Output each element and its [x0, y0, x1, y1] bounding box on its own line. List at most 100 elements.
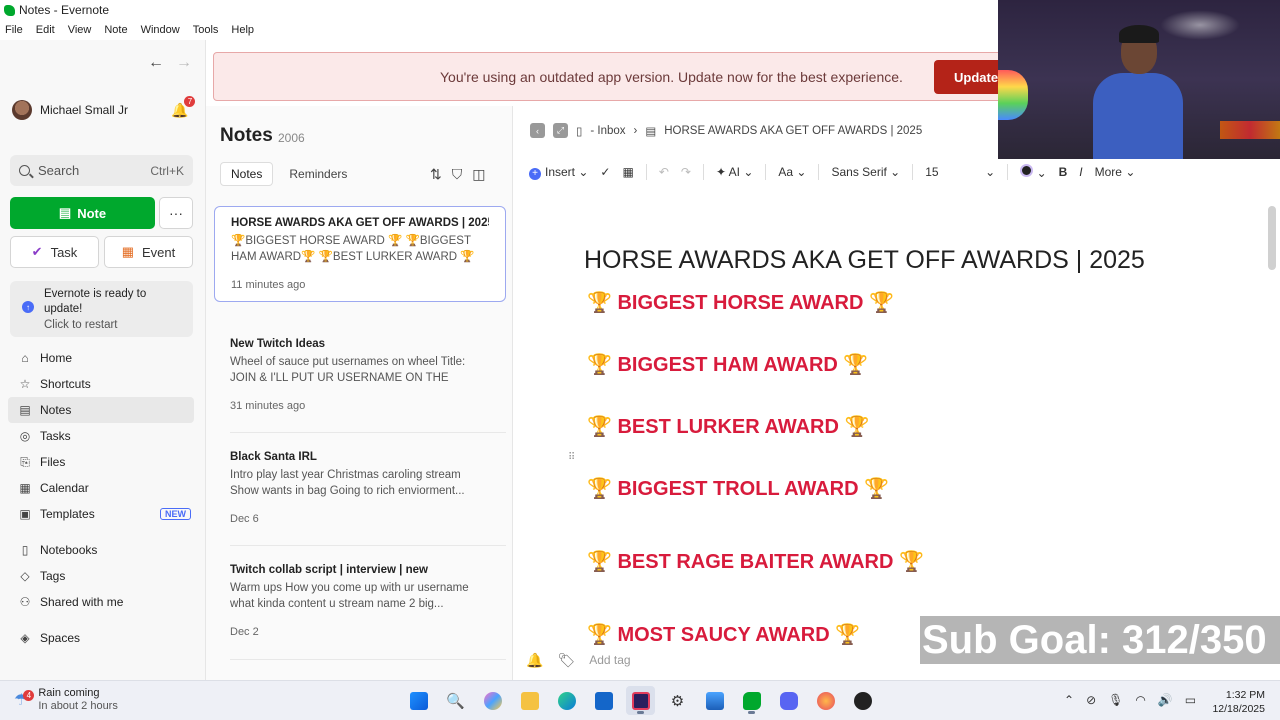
list-item[interactable]: HORSE AWARDS AKA GET OFF AWARDS | 2025 🏆…	[214, 206, 506, 302]
menu-note[interactable]: Note	[104, 24, 127, 36]
rain-umbrella-icon: ☂ 4	[14, 689, 35, 708]
sidebar-item-calendar[interactable]: ▦ Calendar	[8, 475, 194, 501]
undo-icon[interactable]: ↶	[659, 165, 669, 179]
list-item[interactable]: Twitch collab script | interview | new W…	[214, 554, 506, 648]
banner-message: You're using an outdated app version. Up…	[440, 69, 903, 85]
search-input[interactable]: Search Ctrl+K	[10, 155, 193, 186]
menu-help[interactable]: Help	[231, 24, 254, 36]
tab-notes[interactable]: Notes	[220, 162, 274, 186]
tag-add-icon[interactable]: 🏷	[557, 652, 575, 669]
update-arrow-icon: ↑	[22, 301, 34, 313]
note-title-heading[interactable]: HORSE AWARDS AKA GET OFF AWARDS | 2025	[584, 246, 1145, 275]
sort-icon[interactable]: ⇅	[430, 166, 442, 183]
sidebar-item-shortcuts[interactable]: ☆ Shortcuts	[8, 371, 194, 397]
microphone-icon[interactable]: 🎙	[1108, 693, 1123, 707]
more-format-button[interactable]: More ⌄	[1095, 165, 1136, 179]
photos-icon[interactable]	[700, 686, 729, 715]
award-line[interactable]: 🏆 BIGGEST HORSE AWARD 🏆	[587, 290, 894, 315]
sidebar-item-shared[interactable]: ⚇ Shared with me	[8, 589, 194, 615]
view-layout-icon[interactable]: ◫	[472, 166, 485, 183]
text-style-button[interactable]: Aa ⌄	[778, 165, 806, 179]
file-explorer-icon[interactable]	[515, 686, 544, 715]
volume-icon[interactable]: 🔊	[1158, 693, 1173, 707]
new-task-button[interactable]: ✔ Task	[10, 236, 99, 268]
notes-list-title: Notes	[220, 125, 273, 146]
insert-label: Insert	[545, 164, 576, 179]
new-badge: NEW	[160, 508, 191, 520]
ai-button[interactable]: ✦ AI ⌄	[716, 165, 753, 179]
list-item[interactable]: Black Santa IRL Intro play last year Chr…	[214, 441, 506, 535]
menu-window[interactable]: Window	[141, 24, 180, 36]
menu-tools[interactable]: Tools	[193, 24, 219, 36]
filter-icon[interactable]: ⛉	[452, 166, 463, 183]
system-clock[interactable]: 1:32 PM 12/18/2025	[1205, 688, 1265, 716]
editor-scrollbar[interactable]	[1268, 206, 1276, 270]
award-line[interactable]: 🏆 BEST RAGE BAITER AWARD 🏆	[587, 549, 924, 574]
webcam-overlay	[998, 0, 1280, 159]
copilot-icon[interactable]	[478, 686, 507, 715]
weather-widget[interactable]: ☂ 4 Rain coming In about 2 hours	[14, 687, 118, 713]
insert-button[interactable]: + Insert ⌄	[529, 165, 588, 180]
note-preview: Intro play last year Christmas caroling …	[230, 469, 465, 497]
notes-tabs: Notes Reminders	[220, 162, 357, 186]
update-ready-card[interactable]: ↑ Evernote is ready to update! Click to …	[10, 281, 193, 337]
sidebar-item-tasks[interactable]: ◎ Tasks	[8, 423, 194, 449]
sidebar-item-files[interactable]: ⎘ Files	[8, 449, 194, 475]
tab-reminders[interactable]: Reminders	[279, 162, 357, 186]
firefox-icon[interactable]	[811, 686, 840, 715]
user-account[interactable]: Michael Small Jr	[12, 100, 128, 120]
sidebar-item-spaces[interactable]: ◈ Spaces	[8, 625, 194, 651]
evernote-taskbar-icon[interactable]	[737, 686, 766, 715]
windows-start-icon[interactable]	[404, 686, 433, 715]
list-item[interactable]: New Twitch Ideas Wheel of sauce put user…	[214, 328, 506, 422]
battery-icon[interactable]: ▭	[1185, 693, 1196, 707]
sidebar-item-tags[interactable]: ◇ Tags	[8, 563, 194, 589]
back-arrow-icon[interactable]: ←	[148, 54, 164, 72]
sidebar-item-home[interactable]: ⌂ Home	[8, 345, 194, 371]
obs-app-icon[interactable]	[626, 686, 655, 715]
expand-icon[interactable]: ⤢	[553, 123, 568, 138]
taskbar-apps: 🔍 ⚙	[404, 686, 877, 715]
more-create-button[interactable]: ···	[159, 197, 193, 229]
forward-arrow-icon[interactable]: →	[176, 54, 192, 72]
chevron-up-icon[interactable]: ⌃	[1064, 693, 1074, 707]
edge-browser-icon[interactable]	[552, 686, 581, 715]
evernote-logo-icon	[4, 4, 15, 16]
bold-icon[interactable]: B	[1059, 165, 1068, 179]
italic-icon[interactable]: I	[1079, 165, 1082, 179]
notes-count: 2006	[278, 131, 305, 145]
sidebar-item-notebooks[interactable]: ▯ Notebooks	[8, 537, 194, 563]
weather-title: Rain coming	[38, 687, 100, 699]
menu-edit[interactable]: Edit	[36, 24, 55, 36]
settings-gear-icon[interactable]: ⚙	[663, 686, 692, 715]
collapse-icon[interactable]: ‹	[530, 123, 545, 138]
award-line[interactable]: 🏆 BIGGEST HAM AWARD 🏆	[587, 352, 868, 377]
font-size-select[interactable]: 15 ⌄	[925, 165, 995, 179]
text-color-button[interactable]: ⌄	[1020, 164, 1047, 180]
sidebar-item-notes[interactable]: ▤ Notes	[8, 397, 194, 423]
discord-icon[interactable]	[774, 686, 803, 715]
wifi-icon[interactable]: ◠	[1135, 693, 1145, 707]
reminder-bell-icon[interactable]: 🔔	[526, 652, 543, 669]
redo-icon[interactable]: ↷	[681, 165, 691, 179]
drag-handle-icon[interactable]: ⠿	[568, 452, 575, 463]
camera-off-icon[interactable]: ⊘	[1086, 693, 1096, 707]
calendar-icon[interactable]: ▦	[622, 165, 633, 179]
note-date: Dec 2	[230, 626, 259, 638]
new-note-button[interactable]: ▤ Note	[10, 197, 155, 229]
menu-view[interactable]: View	[68, 24, 92, 36]
breadcrumb-notebook[interactable]: - Inbox	[590, 125, 625, 137]
checklist-icon[interactable]: ✓	[600, 165, 610, 179]
font-family-select[interactable]: Sans Serif ⌄	[831, 165, 900, 179]
chatgpt-icon[interactable]	[848, 686, 877, 715]
notifications-bell-icon[interactable]: 🔔 7	[171, 96, 196, 119]
add-tag-input[interactable]: Add tag	[589, 653, 630, 667]
award-line[interactable]: 🏆 BEST LURKER AWARD 🏆	[587, 414, 869, 439]
award-line[interactable]: 🏆 BIGGEST TROLL AWARD 🏆	[587, 476, 889, 501]
sidebar-item-templates[interactable]: ▣ Templates NEW	[8, 501, 194, 527]
new-event-button[interactable]: ▦ Event	[104, 236, 193, 268]
divider	[912, 164, 914, 180]
menu-file[interactable]: File	[5, 24, 23, 36]
search-icon[interactable]: 🔍	[441, 686, 470, 715]
store-icon[interactable]	[589, 686, 618, 715]
